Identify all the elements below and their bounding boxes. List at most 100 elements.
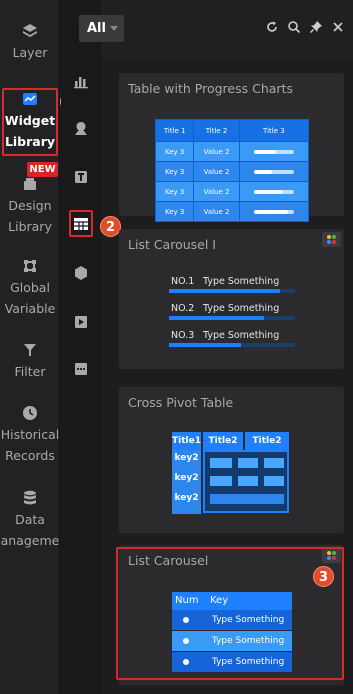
table-cell: Value 2 — [193, 181, 240, 202]
pivot-value-cell — [238, 476, 258, 486]
nav-historical-records[interactable]: Historical Records — [0, 404, 60, 466]
pivot-header-cell: Title2 — [203, 432, 243, 450]
progress-fill — [253, 149, 276, 154]
table-cell: Key 3 — [154, 201, 195, 222]
text-icon[interactable] — [72, 168, 90, 186]
left-nav-rail: Layer Widget Library Design Library NEW … — [0, 0, 60, 694]
pivot-value-cell — [264, 458, 284, 468]
highlight-widget-library — [2, 88, 58, 156]
table-cell: Key 3 — [154, 141, 195, 162]
nav-global-variable[interactable]: Global Variable — [0, 257, 60, 319]
table-header-cell: Title 2 — [193, 119, 240, 142]
progress-fill — [253, 169, 272, 174]
table-header-cell: Title 1 — [154, 119, 195, 142]
nav-design-label-1: Design — [8, 198, 52, 213]
table-cell — [238, 161, 310, 182]
table-cell: Key 3 — [154, 181, 195, 202]
pivot-key-cell: key2 — [174, 493, 199, 503]
category-select-value: All — [87, 21, 106, 36]
pivot-value-cell — [210, 458, 232, 468]
nav-data-management[interactable]: Data anageme — [0, 489, 60, 551]
progress-bar — [253, 189, 294, 194]
progress-fill — [253, 209, 288, 214]
list-item: NO.1 Type Something — [171, 276, 279, 287]
list-progress-fill — [169, 316, 264, 320]
bar-chart-icon[interactable] — [72, 72, 90, 90]
card-title: List Carousel I — [128, 237, 216, 252]
highlight-list-carousel — [116, 547, 344, 680]
nav-data-label-2: anageme — [0, 533, 60, 548]
nav-filter-label: Filter — [14, 364, 46, 379]
map-pin-icon[interactable] — [72, 120, 90, 138]
more-icon[interactable] — [72, 360, 90, 378]
media-play-icon[interactable] — [72, 313, 90, 331]
refresh-icon[interactable] — [265, 20, 279, 34]
table-row: Key 3 Value 2 — [154, 161, 310, 182]
list-item: NO.2 Type Something — [171, 303, 279, 314]
widget-card-list-carousel-1[interactable]: List Carousel I NO.1 Type Something NO.2 T… — [119, 229, 344, 369]
nav-data-label-1: Data — [15, 512, 45, 527]
step-2-marker: 2 — [100, 216, 121, 237]
pivot-values-grid — [203, 450, 289, 513]
list-item-num: NO.1 — [171, 276, 195, 287]
chevron-down-icon — [110, 26, 118, 31]
table-row: Key 3 Value 2 — [154, 201, 310, 222]
progress-bar — [253, 209, 294, 214]
nav-global-label-1: Global — [10, 280, 50, 295]
table-cell — [238, 181, 310, 202]
database-icon — [24, 490, 36, 505]
search-icon[interactable] — [287, 20, 301, 34]
close-icon[interactable] — [331, 20, 345, 34]
table-progress-preview: Title 1 Title 2 Title 3 Key 3 Value 2 Ke… — [154, 119, 310, 222]
design-library-icon — [24, 178, 36, 190]
clock-icon — [23, 406, 37, 420]
list-progress-track — [169, 316, 295, 320]
table-row: Key 3 Value 2 — [154, 181, 310, 202]
table-cell: Value 2 — [193, 141, 240, 162]
table-header-row: Title 1 Title 2 Title 3 — [154, 119, 310, 142]
table-cell — [238, 201, 310, 222]
list-progress-track — [169, 289, 295, 293]
progress-bar — [253, 169, 294, 174]
list-item: NO.3 Type Something — [171, 330, 279, 341]
widget-card-cross-pivot[interactable]: Cross Pivot Table Title1 Title2 Title2 k… — [119, 387, 344, 533]
nav-design-library[interactable]: Design Library — [0, 175, 60, 237]
table-row: Key 3 Value 2 — [154, 141, 310, 162]
new-badge: NEW — [27, 162, 58, 177]
pivot-value-cell — [238, 458, 258, 468]
list-item-text: Type Something — [203, 276, 280, 287]
layers-icon — [23, 24, 37, 37]
list-progress-fill — [169, 343, 241, 347]
table-cell: Key 3 — [154, 161, 195, 182]
list-progress-fill — [169, 289, 280, 293]
table-cell: Value 2 — [193, 161, 240, 182]
table-cell: Value 2 — [193, 201, 240, 222]
nav-global-label-2: Variable — [4, 301, 56, 316]
pin-icon[interactable] — [309, 20, 323, 34]
pivot-header-cell: Title2 — [245, 432, 289, 450]
list-item-num: NO.2 — [171, 303, 195, 314]
nav-layer[interactable]: Layer — [0, 22, 60, 63]
pivot-key-cell: key2 — [174, 473, 199, 483]
table-icon[interactable] — [72, 215, 90, 233]
pivot-value-cell — [264, 476, 284, 486]
filter-icon — [24, 344, 36, 356]
progress-bar — [253, 149, 294, 154]
table-header-cell: Title 3 — [238, 119, 310, 142]
card-title: Table with Progress Charts — [128, 81, 293, 96]
nav-layer-label: Layer — [12, 45, 48, 60]
global-variable-icon — [24, 260, 36, 272]
brand-badge-icon — [322, 232, 341, 247]
list-item-text: Type Something — [203, 303, 280, 314]
widget-card-table-progress[interactable]: Table with Progress Charts Title 1 Title… — [119, 73, 344, 222]
nav-historical-label-2: Records — [5, 448, 55, 463]
list-progress-track — [169, 343, 295, 347]
card-title: Cross Pivot Table — [128, 395, 234, 410]
nav-filter[interactable]: Filter — [0, 341, 60, 382]
hexagon-icon[interactable] — [72, 264, 90, 282]
table-cell — [238, 141, 310, 162]
pivot-header-cell: Title1 — [172, 432, 201, 450]
list-item-num: NO.3 — [171, 330, 195, 341]
pivot-value-cell — [210, 476, 232, 486]
category-select[interactable]: All — [79, 15, 124, 42]
